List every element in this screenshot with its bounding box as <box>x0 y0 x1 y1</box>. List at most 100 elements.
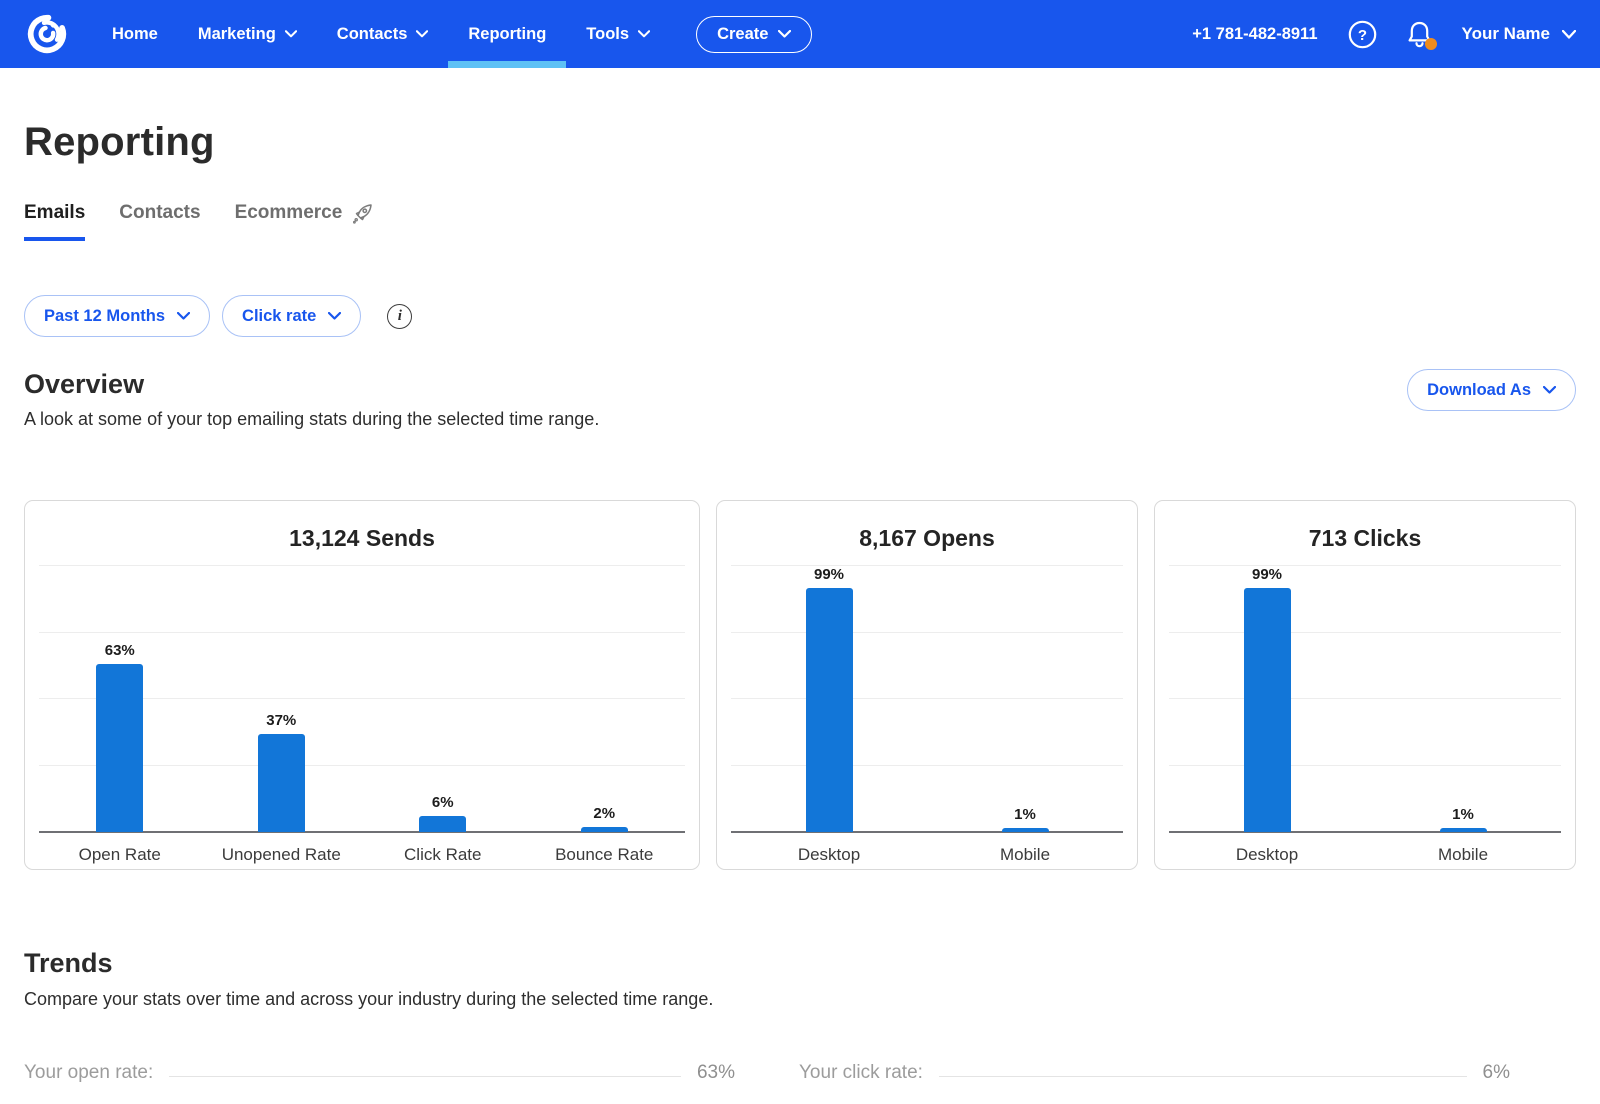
chevron-down-icon <box>1562 30 1576 39</box>
x-axis-labels: DesktopMobile <box>731 832 1123 865</box>
user-account-menu[interactable]: Your Name <box>1462 24 1577 44</box>
tab-emails[interactable]: Emails <box>24 201 85 241</box>
nav-item-label: Contacts <box>337 25 408 44</box>
report-tabs: Emails Contacts Ecommerce <box>24 201 1576 241</box>
chevron-down-icon <box>177 312 190 320</box>
chevron-down-icon <box>328 312 341 320</box>
nav-menu: Home Marketing Contacts ReportingTools <box>92 0 670 68</box>
bar-value-label: 99% <box>1252 566 1282 583</box>
bar-column: 63% <box>39 566 201 832</box>
bar <box>1440 828 1487 832</box>
top-nav: Home Marketing Contacts ReportingTools Crea… <box>0 0 1600 68</box>
notification-dot <box>1425 38 1437 50</box>
x-axis-label: Mobile <box>1365 832 1561 865</box>
time-range-value: Past 12 Months <box>44 307 165 326</box>
bar-value-label: 6% <box>432 794 454 811</box>
chart-plot-area: 63% 37% 6% 2% <box>39 566 685 832</box>
tab-label: Ecommerce <box>235 202 343 224</box>
bar-column: 99% <box>1169 566 1365 832</box>
main-content: Reporting Emails Contacts Ecommerce Past 1… <box>0 120 1600 1084</box>
overview-chart-card: 8,167 Opens 99% 1% DesktopMobile <box>716 500 1138 870</box>
bar <box>96 664 143 832</box>
tab-label: Contacts <box>119 202 200 224</box>
chevron-down-icon <box>638 30 650 38</box>
svg-text:?: ? <box>1357 27 1366 44</box>
chevron-down-icon <box>1543 386 1556 394</box>
tab-label: Emails <box>24 202 85 224</box>
x-axis-labels: Open RateUnopened RateClick RateBounce R… <box>39 832 685 865</box>
time-range-dropdown[interactable]: Past 12 Months <box>24 295 210 337</box>
notifications-button[interactable] <box>1407 20 1432 48</box>
nav-item-tools[interactable]: Tools <box>566 0 670 68</box>
chart-plot-area: 99% 1% <box>1169 566 1561 832</box>
overview-heading: Overview <box>24 369 599 400</box>
metric-dropdown[interactable]: Click rate <box>222 295 361 337</box>
bar-column: 99% <box>731 566 927 832</box>
chart-plot-area: 99% 1% <box>731 566 1123 832</box>
nav-item-reporting[interactable]: Reporting <box>448 0 566 68</box>
user-name: Your Name <box>1462 24 1551 44</box>
x-axis-labels: DesktopMobile <box>1169 832 1561 865</box>
trend-stat-value: 6% <box>1483 1062 1510 1084</box>
chevron-down-icon <box>416 30 428 38</box>
leader-line <box>169 1076 681 1077</box>
nav-item-marketing[interactable]: Marketing <box>178 0 317 68</box>
x-axis-label: Desktop <box>731 832 927 865</box>
x-axis-label: Desktop <box>1169 832 1365 865</box>
bar <box>419 816 466 832</box>
chart-title: 13,124 Sends <box>25 524 699 553</box>
trend-stat-label: Your open rate: <box>24 1062 153 1084</box>
constant-contact-logo-icon[interactable] <box>24 11 70 57</box>
trend-stat-value: 63% <box>697 1062 735 1084</box>
trends-subheading: Compare your stats over time and across … <box>24 989 1576 1010</box>
overview-subheading: A look at some of your top emailing stat… <box>24 409 599 430</box>
overview-chart-card: 713 Clicks 99% 1%DesktopMobile <box>1154 500 1576 870</box>
bar <box>581 827 628 832</box>
page-title: Reporting <box>24 120 1576 165</box>
support-phone-number[interactable]: +1 781-482-8911 <box>1192 25 1317 44</box>
overview-charts: 13,124 Sends 63% 37% 6% 2% Open RateUnopened … <box>24 500 1576 870</box>
nav-item-label: Marketing <box>198 25 276 44</box>
x-axis-label: Click Rate <box>362 832 524 865</box>
x-axis-label: Bounce Rate <box>524 832 686 865</box>
trends-heading: Trends <box>24 948 1576 979</box>
bar-value-label: 1% <box>1014 806 1036 823</box>
overview-chart-card: 13,124 Sends 63% 37% 6% 2% Open RateUnopened … <box>24 500 700 870</box>
trend-stat-label: Your click rate: <box>799 1062 923 1084</box>
bar-column: 1% <box>927 566 1123 832</box>
nav-item-contacts[interactable]: Contacts <box>317 0 449 68</box>
trends-stats: Your open rate: 63% Your click rate: 6% <box>24 1062 1576 1084</box>
x-axis-label: Unopened Rate <box>201 832 363 865</box>
trend-stat: Your open rate: 63% <box>24 1062 735 1084</box>
bar-value-label: 37% <box>266 712 296 729</box>
chart-title: 713 Clicks <box>1155 524 1575 553</box>
rocket-icon <box>351 201 375 225</box>
bar <box>258 734 305 832</box>
bar-value-label: 2% <box>593 805 615 822</box>
bar <box>1244 588 1291 832</box>
bar-column: 37% <box>201 566 363 832</box>
tab-contacts[interactable]: Contacts <box>119 201 200 241</box>
help-button[interactable]: ? <box>1348 20 1377 49</box>
create-button-label: Create <box>717 25 768 44</box>
bar-column: 1% <box>1365 566 1561 832</box>
create-button[interactable]: Create <box>696 16 812 53</box>
x-axis-label: Open Rate <box>39 832 201 865</box>
chevron-down-icon <box>285 30 297 38</box>
metric-value: Click rate <box>242 307 316 326</box>
bar-value-label: 63% <box>105 642 135 659</box>
download-as-button[interactable]: Download As <box>1407 369 1576 411</box>
chart-title: 8,167 Opens <box>717 524 1137 553</box>
filter-bar: Past 12 Months Click rate i <box>24 295 1576 337</box>
x-axis-label: Mobile <box>927 832 1123 865</box>
nav-right: +1 781-482-8911 ? Your Name <box>1192 20 1576 49</box>
bars-row: 99% 1% <box>731 566 1123 832</box>
nav-item-label: Home <box>112 25 158 44</box>
info-icon[interactable]: i <box>387 304 412 329</box>
bar-value-label: 99% <box>814 566 844 583</box>
nav-item-home[interactable]: Home <box>92 0 178 68</box>
question-mark-icon: ? <box>1348 20 1377 49</box>
tab-ecommerce[interactable]: Ecommerce <box>235 201 376 241</box>
trend-stat: Your click rate: 6% <box>799 1062 1510 1084</box>
bars-row: 99% 1% <box>1169 566 1561 832</box>
